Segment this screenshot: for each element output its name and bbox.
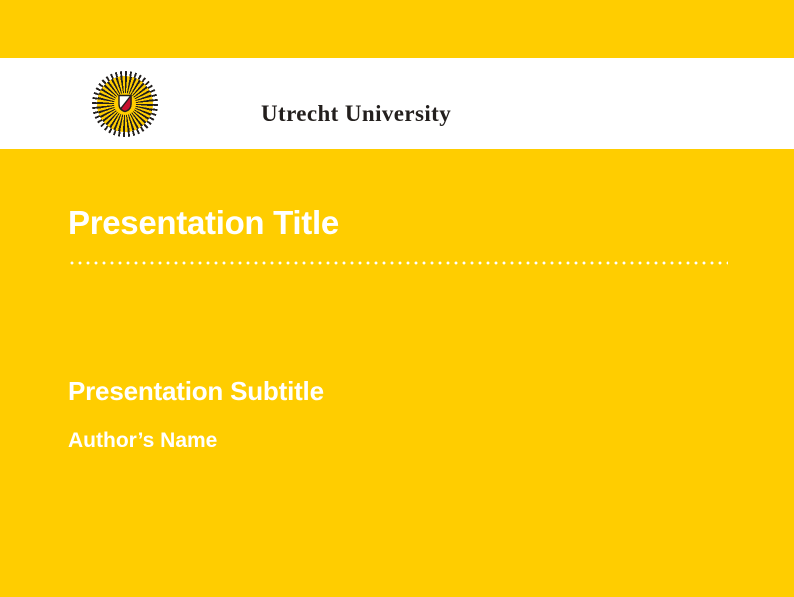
logo-band: Utrecht University <box>0 58 794 149</box>
utrecht-university-logo: Utrecht University <box>92 71 158 137</box>
dotted-divider <box>68 261 728 265</box>
uu-shield-icon <box>118 94 132 113</box>
logo-wordmark: Utrecht University <box>261 102 451 125</box>
title-slide: Utrecht University Presentation Title Pr… <box>0 0 794 597</box>
author-name: Author’s Name <box>68 429 217 452</box>
presentation-title: Presentation Title <box>68 205 339 241</box>
presentation-subtitle: Presentation Subtitle <box>68 377 324 406</box>
